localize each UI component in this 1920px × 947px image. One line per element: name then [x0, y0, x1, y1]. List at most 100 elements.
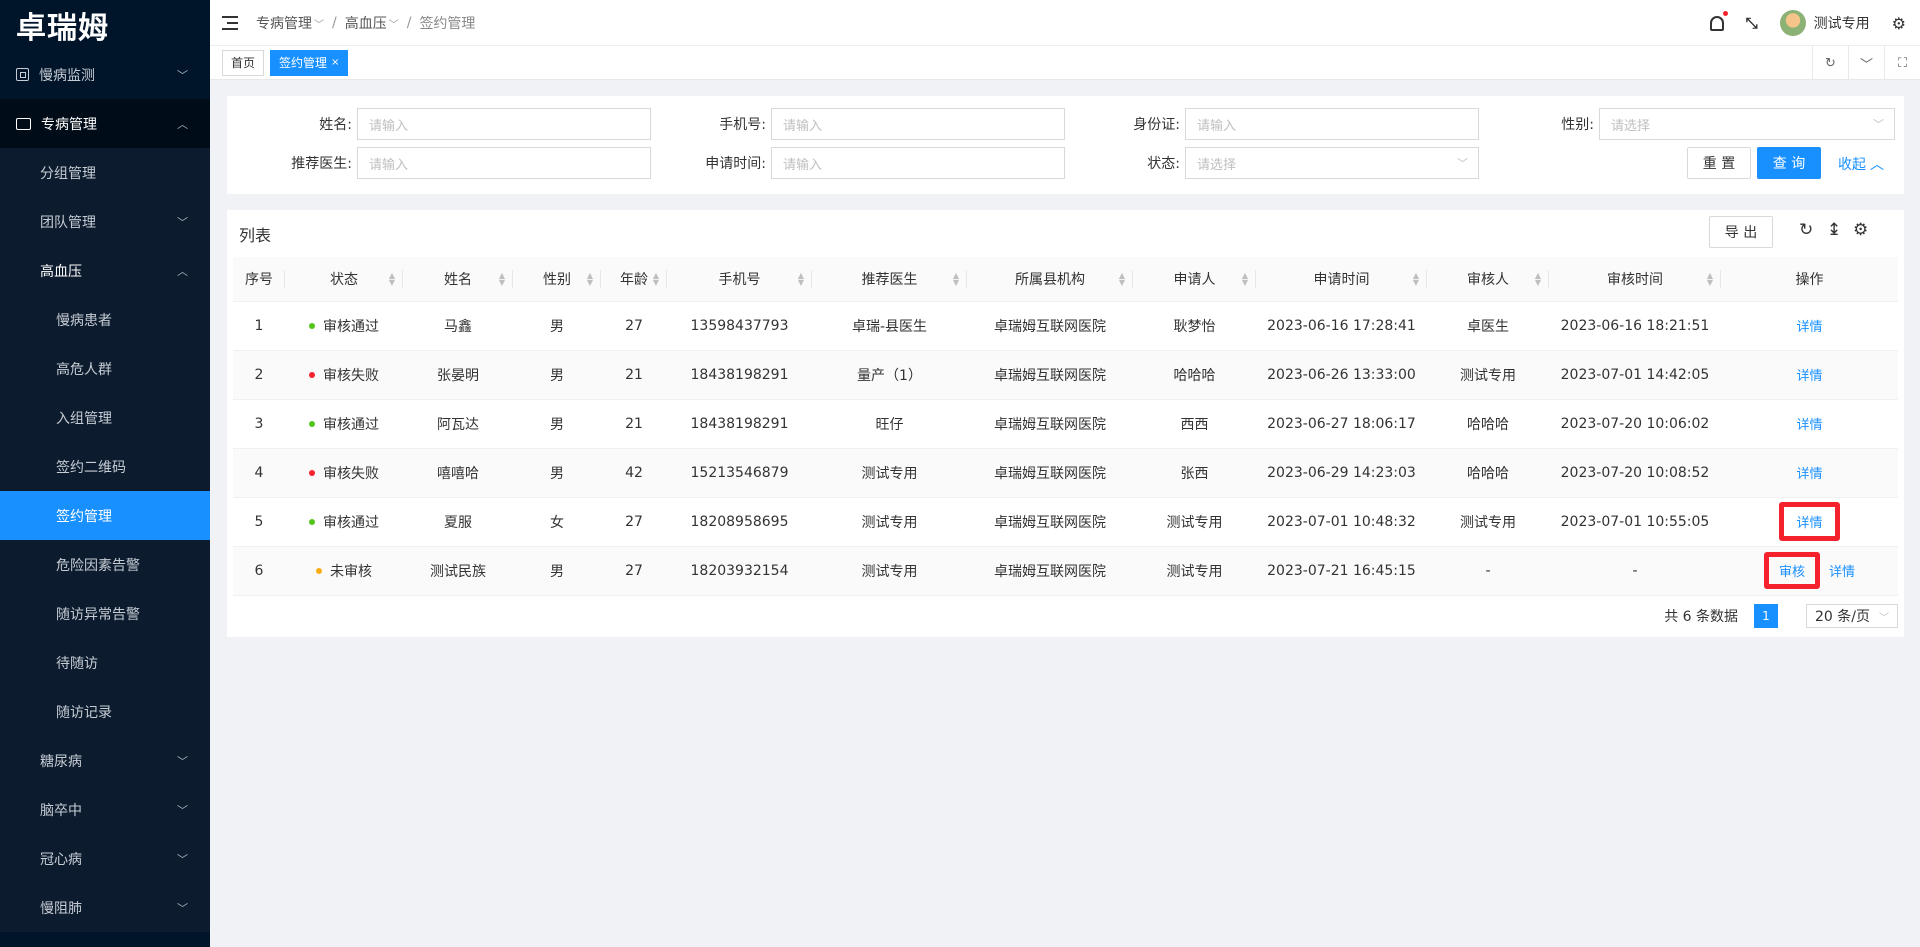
sidebar-item-label: 入组管理	[56, 410, 112, 427]
column-header: 序号	[233, 257, 285, 301]
chevron-down-icon: ﹀	[177, 901, 188, 915]
column-header[interactable]: 状态 ▲ ▼	[285, 257, 403, 301]
sidebar-item-risk-alert[interactable]: 危险因素告警	[0, 540, 210, 589]
sidebar-item-copd[interactable]: 慢阻肺 ﹀	[0, 883, 210, 932]
management-icon	[16, 117, 31, 130]
breadcrumb-item[interactable]: 专病管理 ﹀	[256, 13, 324, 33]
sidebar-item-label: 团队管理	[40, 214, 96, 231]
tab-sign-management[interactable]: 签约管理 ×	[270, 49, 349, 76]
sign-table: 序号 状态 ▲ ▼ 姓名 ▲ ▼ 性别 ▲ ▼ 年龄 ▲ ▼ 手机号 ▲ ▼ 推荐医生 ▲ ▼ 所属县机…	[233, 257, 1898, 596]
column-header[interactable]: 手机号 ▲ ▼	[667, 257, 812, 301]
sidebar-item-hypertension[interactable]: 高血压 ︿	[0, 246, 210, 295]
detail-link[interactable]: 详情	[1796, 418, 1822, 433]
close-icon[interactable]: ×	[331, 57, 339, 68]
table-row: 5 审核通过 夏服 女 27 18208958695 测试专用 卓瑞姆互联网医院…	[233, 497, 1898, 546]
bell-icon[interactable]	[1709, 10, 1728, 31]
detail-link[interactable]: 详情	[1796, 516, 1822, 531]
sort-icon[interactable]: ▲ ▼	[653, 272, 659, 287]
column-header[interactable]: 申请时间 ▲ ▼	[1256, 257, 1427, 301]
status-select[interactable]: 请选择 ﹀	[1185, 147, 1479, 179]
name-input[interactable]: 请输入	[357, 108, 651, 140]
sort-icon[interactable]: ▲ ▼	[953, 272, 959, 287]
sidebar-item-label: 糖尿病	[40, 753, 82, 770]
sidebar-item-label: 签约管理	[56, 508, 112, 525]
status-field: 状态: 请选择 ﹀	[1055, 147, 1705, 179]
sort-icon[interactable]: ▲ ▼	[1413, 272, 1419, 287]
sidebar-item-coronary[interactable]: 冠心病 ﹀	[0, 834, 210, 883]
sidebar-item-followup-records[interactable]: 随访记录	[0, 687, 210, 736]
table-row: 4 审核失败 嘻嘻哈 男 42 15213546879 测试专用 卓瑞姆互联网医…	[233, 448, 1898, 497]
status-dot	[309, 518, 315, 525]
detail-link[interactable]: 详情	[1796, 467, 1822, 482]
refresh-icon[interactable]: ↻	[1812, 46, 1848, 80]
header-actions: ⤡ 测试专用 ⚙	[1709, 0, 1920, 46]
monitor-icon	[16, 68, 29, 81]
detail-link[interactable]: 详情	[1796, 369, 1822, 384]
reset-button[interactable]: 重 置	[1687, 147, 1751, 179]
maximize-icon[interactable]: ⛶	[1884, 46, 1920, 80]
sort-icon[interactable]: ▲ ▼	[1535, 272, 1541, 287]
tab-home[interactable]: 首页	[222, 49, 265, 76]
collapse-button[interactable]: 收起 ︿	[1838, 154, 1884, 174]
tab-tools: ↻ ﹀ ⛶	[1812, 46, 1920, 80]
chevron-down-icon: ﹀	[314, 19, 324, 31]
sidebar-item-team-management[interactable]: 团队管理 ﹀	[0, 197, 210, 246]
sidebar-item-high-risk[interactable]: 高危人群	[0, 344, 210, 393]
query-button[interactable]: 查 询	[1757, 147, 1821, 179]
page-number[interactable]: 1	[1754, 604, 1778, 628]
refresh-icon[interactable]: ↻	[1799, 220, 1813, 240]
sort-icon[interactable]: ▲ ▼	[587, 272, 593, 287]
sort-icon[interactable]: ▲ ▼	[1242, 272, 1248, 287]
sort-icon[interactable]: ▲ ▼	[389, 272, 395, 287]
fullscreen-icon[interactable]: ⤡	[1746, 14, 1758, 32]
gender-select[interactable]: 请选择 ﹀	[1599, 108, 1895, 140]
sidebar-item-label: 随访异常告警	[56, 606, 140, 623]
sidebar-item-chronic-patients[interactable]: 慢病患者	[0, 295, 210, 344]
sidebar-item-sign-qrcode[interactable]: 签约二维码	[0, 442, 210, 491]
sort-icon[interactable]: ▲ ▼	[1119, 272, 1125, 287]
sort-icon[interactable]: ▲ ▼	[798, 272, 804, 287]
idcard-input[interactable]: 请输入	[1185, 108, 1479, 140]
sidebar-item-group-management[interactable]: 分组管理	[0, 148, 210, 197]
avatar	[1779, 10, 1806, 36]
table-title: 列表	[239, 226, 272, 245]
chevron-down-icon[interactable]: ﹀	[1848, 46, 1884, 80]
sidebar-item-chronic-monitor[interactable]: 慢病监测 ﹀	[0, 50, 210, 99]
sidebar-item-label: 高危人群	[56, 361, 112, 378]
sidebar-item-label: 待随访	[56, 655, 98, 672]
column-header[interactable]: 年龄 ▲ ▼	[601, 257, 667, 301]
settings-icon[interactable]: ⚙	[1853, 220, 1868, 240]
user-menu[interactable]: 测试专用	[1779, 10, 1870, 36]
phone-input[interactable]: 请输入	[771, 108, 1065, 140]
sidebar-item-diabetes[interactable]: 糖尿病 ﹀	[0, 736, 210, 785]
column-header[interactable]: 推荐医生 ▲ ▼	[812, 257, 967, 301]
sidebar-item-enrollment[interactable]: 入组管理	[0, 393, 210, 442]
column-header[interactable]: 所属县机构 ▲ ▼	[967, 257, 1133, 301]
column-header[interactable]: 申请人 ▲ ▼	[1133, 257, 1256, 301]
column-header[interactable]: 性别 ▲ ▼	[513, 257, 601, 301]
sidebar-item-stroke[interactable]: 脑卒中 ﹀	[0, 785, 210, 834]
gear-icon[interactable]: ⚙	[1892, 14, 1906, 33]
sidebar-item-pending-followup[interactable]: 待随访	[0, 638, 210, 687]
sidebar-item-disease-management[interactable]: 专病管理 ︿	[0, 99, 210, 148]
apply-time-input[interactable]: 请输入	[771, 147, 1065, 179]
sidebar-item-followup-alert[interactable]: 随访异常告警	[0, 589, 210, 638]
review-link[interactable]: 审核	[1779, 565, 1805, 580]
export-button[interactable]: 导 出	[1709, 216, 1773, 248]
sort-icon[interactable]: ▲ ▼	[499, 272, 505, 287]
column-header[interactable]: 审核人 ▲ ▼	[1427, 257, 1549, 301]
detail-link[interactable]: 详情	[1796, 320, 1822, 335]
menu-toggle-icon[interactable]	[222, 15, 238, 30]
column-header[interactable]: 姓名 ▲ ▼	[403, 257, 513, 301]
sidebar-item-sign-management[interactable]: 签约管理	[0, 491, 210, 540]
detail-link[interactable]: 详情	[1829, 565, 1855, 580]
pagination: 共 6 条数据 1 20 条/页 ﹀	[1664, 604, 1898, 628]
table-row: 3 审核通过 阿瓦达 男 21 18438198291 旺仔 卓瑞姆互联网医院 …	[233, 399, 1898, 448]
doctor-input[interactable]: 请输入	[357, 147, 651, 179]
sort-icon[interactable]: ▲ ▼	[1707, 272, 1713, 287]
breadcrumb-item[interactable]: 高血压 ﹀	[345, 13, 399, 33]
column-header[interactable]: 审核时间 ▲ ▼	[1549, 257, 1721, 301]
page-size-select[interactable]: 20 条/页 ﹀	[1806, 604, 1898, 628]
table-panel: 列表 导 出 ↻ ↨ ⚙ 序号 状态 ▲ ▼ 姓名 ▲ ▼ 性别 ▲ ▼ 年龄 ▲ ▼ 手机号 ▲…	[227, 210, 1904, 637]
column-height-icon[interactable]: ↨	[1827, 220, 1841, 240]
